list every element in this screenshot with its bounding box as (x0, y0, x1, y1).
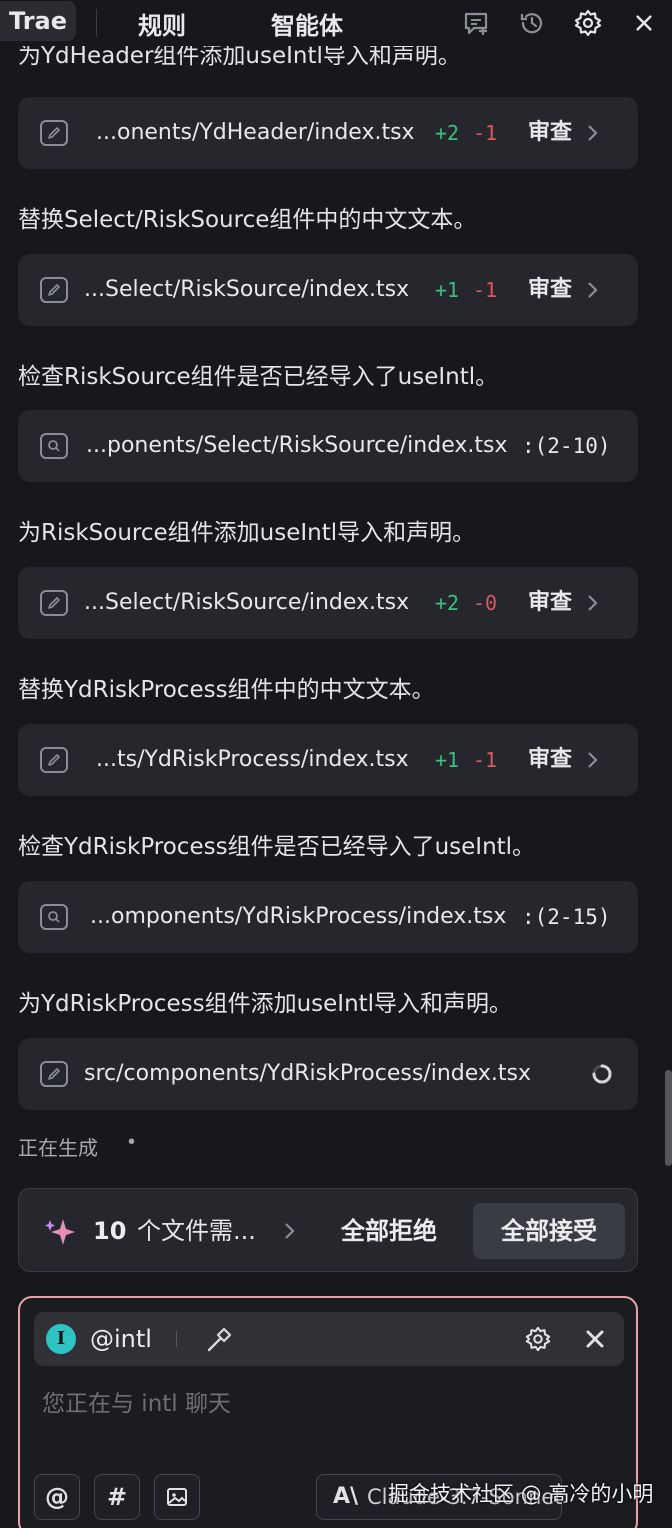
chat-transcript: 为YdHeader组件添加useIntl导入和声明。 ...onents/YdH… (0, 0, 672, 1290)
pending-changes-bar: 10 个文件需... 全部拒绝 全部接受 (18, 1188, 638, 1272)
anthropic-icon: A\ (333, 1484, 359, 1509)
lines-added: +2 (435, 121, 460, 145)
changed-files-label[interactable]: 个文件需... (137, 1189, 256, 1273)
image-icon (167, 1488, 187, 1506)
lines-removed: -1 (473, 278, 498, 302)
step-description: 检查RiskSource组件是否已经导入了useIntl。 (18, 364, 499, 390)
file-edit-card[interactable]: src/components/YdRiskProcess/index.tsx (18, 1038, 638, 1110)
step-description: 替换Select/RiskSource组件中的中文文本。 (18, 207, 477, 233)
chevron-right-icon (588, 595, 598, 611)
file-path: ...ponents/Select/RiskSource/index.tsx (86, 433, 508, 458)
line-range: :(2-10) (522, 434, 611, 458)
review-button[interactable]: 审查 (528, 97, 572, 169)
lines-removed: -0 (473, 591, 498, 615)
review-button[interactable]: 审查 (528, 724, 572, 796)
new-chat-icon (464, 12, 488, 35)
sparkle-icon (45, 1219, 75, 1245)
hammer-icon[interactable] (204, 1325, 234, 1355)
top-bar: Trae 规则 智能体 (0, 0, 672, 46)
edit-file-icon (40, 590, 68, 616)
agent-name: @intl (90, 1325, 152, 1353)
search-icon (40, 433, 68, 459)
lines-removed: -1 (473, 121, 498, 145)
file-search-card[interactable]: ...omponents/YdRiskProcess/index.tsx :(2… (18, 881, 638, 953)
file-search-card[interactable]: ...ponents/Select/RiskSource/index.tsx :… (18, 410, 638, 482)
edit-file-icon (40, 120, 68, 146)
chat-placeholder[interactable]: 您正在与 intl 聊天 (42, 1384, 231, 1418)
new-chat-button[interactable] (448, 0, 504, 46)
step-description: 检查YdRiskProcess组件是否已经导入了useIntl。 (18, 834, 536, 860)
line-range: :(2-15) (522, 905, 611, 929)
file-edit-card[interactable]: ...ts/YdRiskProcess/index.tsx +1 -1 审查 (18, 724, 638, 796)
watermark: 掘金技术社区 @ 高冷的小明 (388, 1482, 654, 1506)
edit-file-icon (40, 747, 68, 773)
chevron-right-icon (588, 125, 598, 141)
close-panel-button[interactable] (616, 0, 672, 46)
file-path: ...onents/YdHeader/index.tsx (96, 120, 415, 145)
chip-divider (176, 1331, 177, 1347)
loading-spinner-icon (592, 1064, 612, 1084)
settings-button[interactable] (560, 0, 616, 46)
mention-button[interactable]: @ (34, 1474, 80, 1520)
file-path: src/components/YdRiskProcess/index.tsx (84, 1061, 532, 1086)
context-button[interactable]: # (94, 1474, 140, 1520)
file-edit-card[interactable]: ...onents/YdHeader/index.tsx +2 -1 审查 (18, 97, 638, 169)
step-description: 替换YdRiskProcess组件中的中文文本。 (18, 677, 435, 703)
file-edit-card[interactable]: ...Select/RiskSource/index.tsx +1 -1 审查 (18, 254, 638, 326)
chevron-right-icon (588, 752, 598, 768)
step-description: 为YdRiskProcess组件添加useIntl导入和声明。 (18, 991, 513, 1017)
at-symbol: @ (45, 1483, 69, 1511)
file-path: ...ts/YdRiskProcess/index.tsx (96, 747, 409, 772)
file-edit-card[interactable]: ...Select/RiskSource/index.tsx +2 -0 审查 (18, 567, 638, 639)
search-icon (40, 904, 68, 930)
history-button[interactable] (504, 0, 560, 46)
lines-added: +2 (435, 591, 460, 615)
generating-dot: • (128, 1131, 136, 1153)
changed-files-count: 10 (93, 1217, 127, 1245)
remove-agent-icon[interactable] (582, 1326, 608, 1352)
reject-all-button[interactable]: 全部拒绝 (319, 1189, 459, 1273)
hash-symbol: # (106, 1483, 128, 1511)
chevron-right-icon[interactable] (283, 1221, 297, 1241)
generating-status: 正在生成 (18, 1136, 98, 1160)
tab-trae[interactable]: Trae (0, 1, 76, 41)
tab-agents[interactable]: 智能体 (227, 0, 387, 46)
agent-settings-icon[interactable] (524, 1325, 552, 1353)
file-path: ...Select/RiskSource/index.tsx (84, 277, 410, 302)
lines-added: +1 (435, 278, 460, 302)
close-icon (636, 15, 652, 31)
review-button[interactable]: 审查 (528, 567, 572, 639)
header-actions (448, 0, 672, 46)
lines-added: +1 (435, 748, 460, 772)
file-path: ...Select/RiskSource/index.tsx (84, 590, 410, 615)
edit-file-icon (40, 277, 68, 303)
agent-chip: I @intl (34, 1312, 624, 1366)
gear-icon (574, 9, 602, 37)
step-description: 为RiskSource组件添加useIntl导入和声明。 (18, 520, 476, 546)
agent-avatar: I (46, 1324, 76, 1354)
chevron-right-icon (588, 282, 598, 298)
file-path: ...omponents/YdRiskProcess/index.tsx (90, 904, 507, 929)
lines-removed: -1 (473, 748, 498, 772)
history-icon (520, 13, 543, 34)
tab-rules[interactable]: 规则 (97, 0, 227, 46)
review-button[interactable]: 审查 (528, 254, 572, 326)
scrollbar-thumb[interactable] (665, 1070, 672, 1166)
edit-file-icon (40, 1061, 68, 1087)
image-upload-button[interactable] (154, 1474, 200, 1520)
accept-all-button[interactable]: 全部接受 (473, 1203, 625, 1259)
